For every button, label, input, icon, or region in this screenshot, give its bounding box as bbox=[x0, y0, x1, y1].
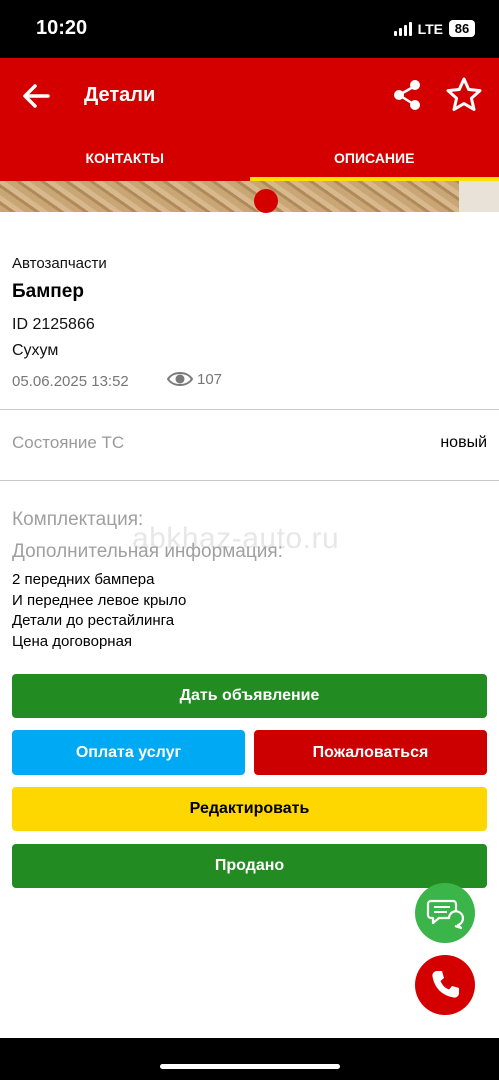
status-indicators: LTE 86 bbox=[393, 20, 475, 37]
call-button[interactable] bbox=[415, 955, 475, 1015]
divider bbox=[0, 480, 499, 481]
home-indicator[interactable] bbox=[160, 1064, 340, 1069]
description-line: Детали до рестайлинга bbox=[12, 612, 175, 629]
share-icon bbox=[394, 80, 420, 110]
page-title: Детали bbox=[84, 84, 156, 106]
share-button[interactable] bbox=[390, 78, 424, 112]
star-outline-icon bbox=[446, 77, 482, 111]
gallery-indicator-dot bbox=[254, 189, 278, 213]
battery-icon: 86 bbox=[449, 20, 475, 37]
network-type: LTE bbox=[417, 20, 443, 37]
description-line: 2 передних бампера bbox=[12, 571, 155, 588]
status-bar: 10:20 LTE 86 bbox=[0, 0, 499, 58]
pay-services-button[interactable]: Оплата услуг bbox=[12, 730, 245, 775]
photo-gallery[interactable] bbox=[0, 181, 499, 213]
extra-info-label: Дополнительная информация: bbox=[12, 541, 283, 562]
eye-icon bbox=[166, 372, 194, 386]
post-ad-button[interactable]: Дать объявление bbox=[12, 674, 487, 718]
condition-value: новый bbox=[440, 434, 487, 451]
description-line: Цена договорная bbox=[12, 632, 133, 650]
favorite-button[interactable] bbox=[444, 75, 484, 115]
listing-date: 05.06.2025 13:52 bbox=[12, 373, 129, 390]
description-text: 2 передних бампера И переднее левое крыл… bbox=[12, 570, 186, 652]
tab-bar: КОНТАКТЫ ОПИСАНИЕ bbox=[0, 136, 499, 181]
views-counter: 107 bbox=[166, 370, 222, 388]
equipment-label: Комплектация: bbox=[12, 509, 144, 530]
listing-category: Автозапчасти bbox=[12, 255, 107, 272]
listing-title: Бампер bbox=[12, 281, 84, 302]
sold-button[interactable]: Продано bbox=[12, 844, 487, 888]
views-count: 107 bbox=[197, 370, 223, 388]
edit-button[interactable]: Редактировать bbox=[12, 787, 487, 831]
status-time: 10:20 bbox=[36, 17, 88, 39]
phone-icon bbox=[432, 971, 459, 998]
chat-button[interactable] bbox=[415, 883, 475, 943]
tab-contacts[interactable]: КОНТАКТЫ bbox=[0, 136, 250, 181]
signal-icon bbox=[393, 21, 412, 36]
listing-city: Сухум bbox=[12, 342, 59, 359]
condition-label: Состояние ТС bbox=[12, 433, 125, 452]
divider bbox=[0, 409, 499, 410]
arrow-left-icon bbox=[23, 84, 50, 108]
report-button[interactable]: Пожаловаться bbox=[254, 730, 487, 775]
listing-id: ID 2125866 bbox=[12, 316, 95, 333]
tab-description[interactable]: ОПИСАНИЕ bbox=[249, 136, 499, 181]
system-bottom-bar bbox=[0, 1038, 499, 1080]
app-header: Детали КОНТАКТЫ ОПИСАНИЕ bbox=[0, 58, 499, 181]
chat-bubbles-icon bbox=[426, 899, 465, 930]
description-line: И переднее левое крыло bbox=[12, 591, 187, 609]
back-button[interactable] bbox=[18, 78, 54, 114]
